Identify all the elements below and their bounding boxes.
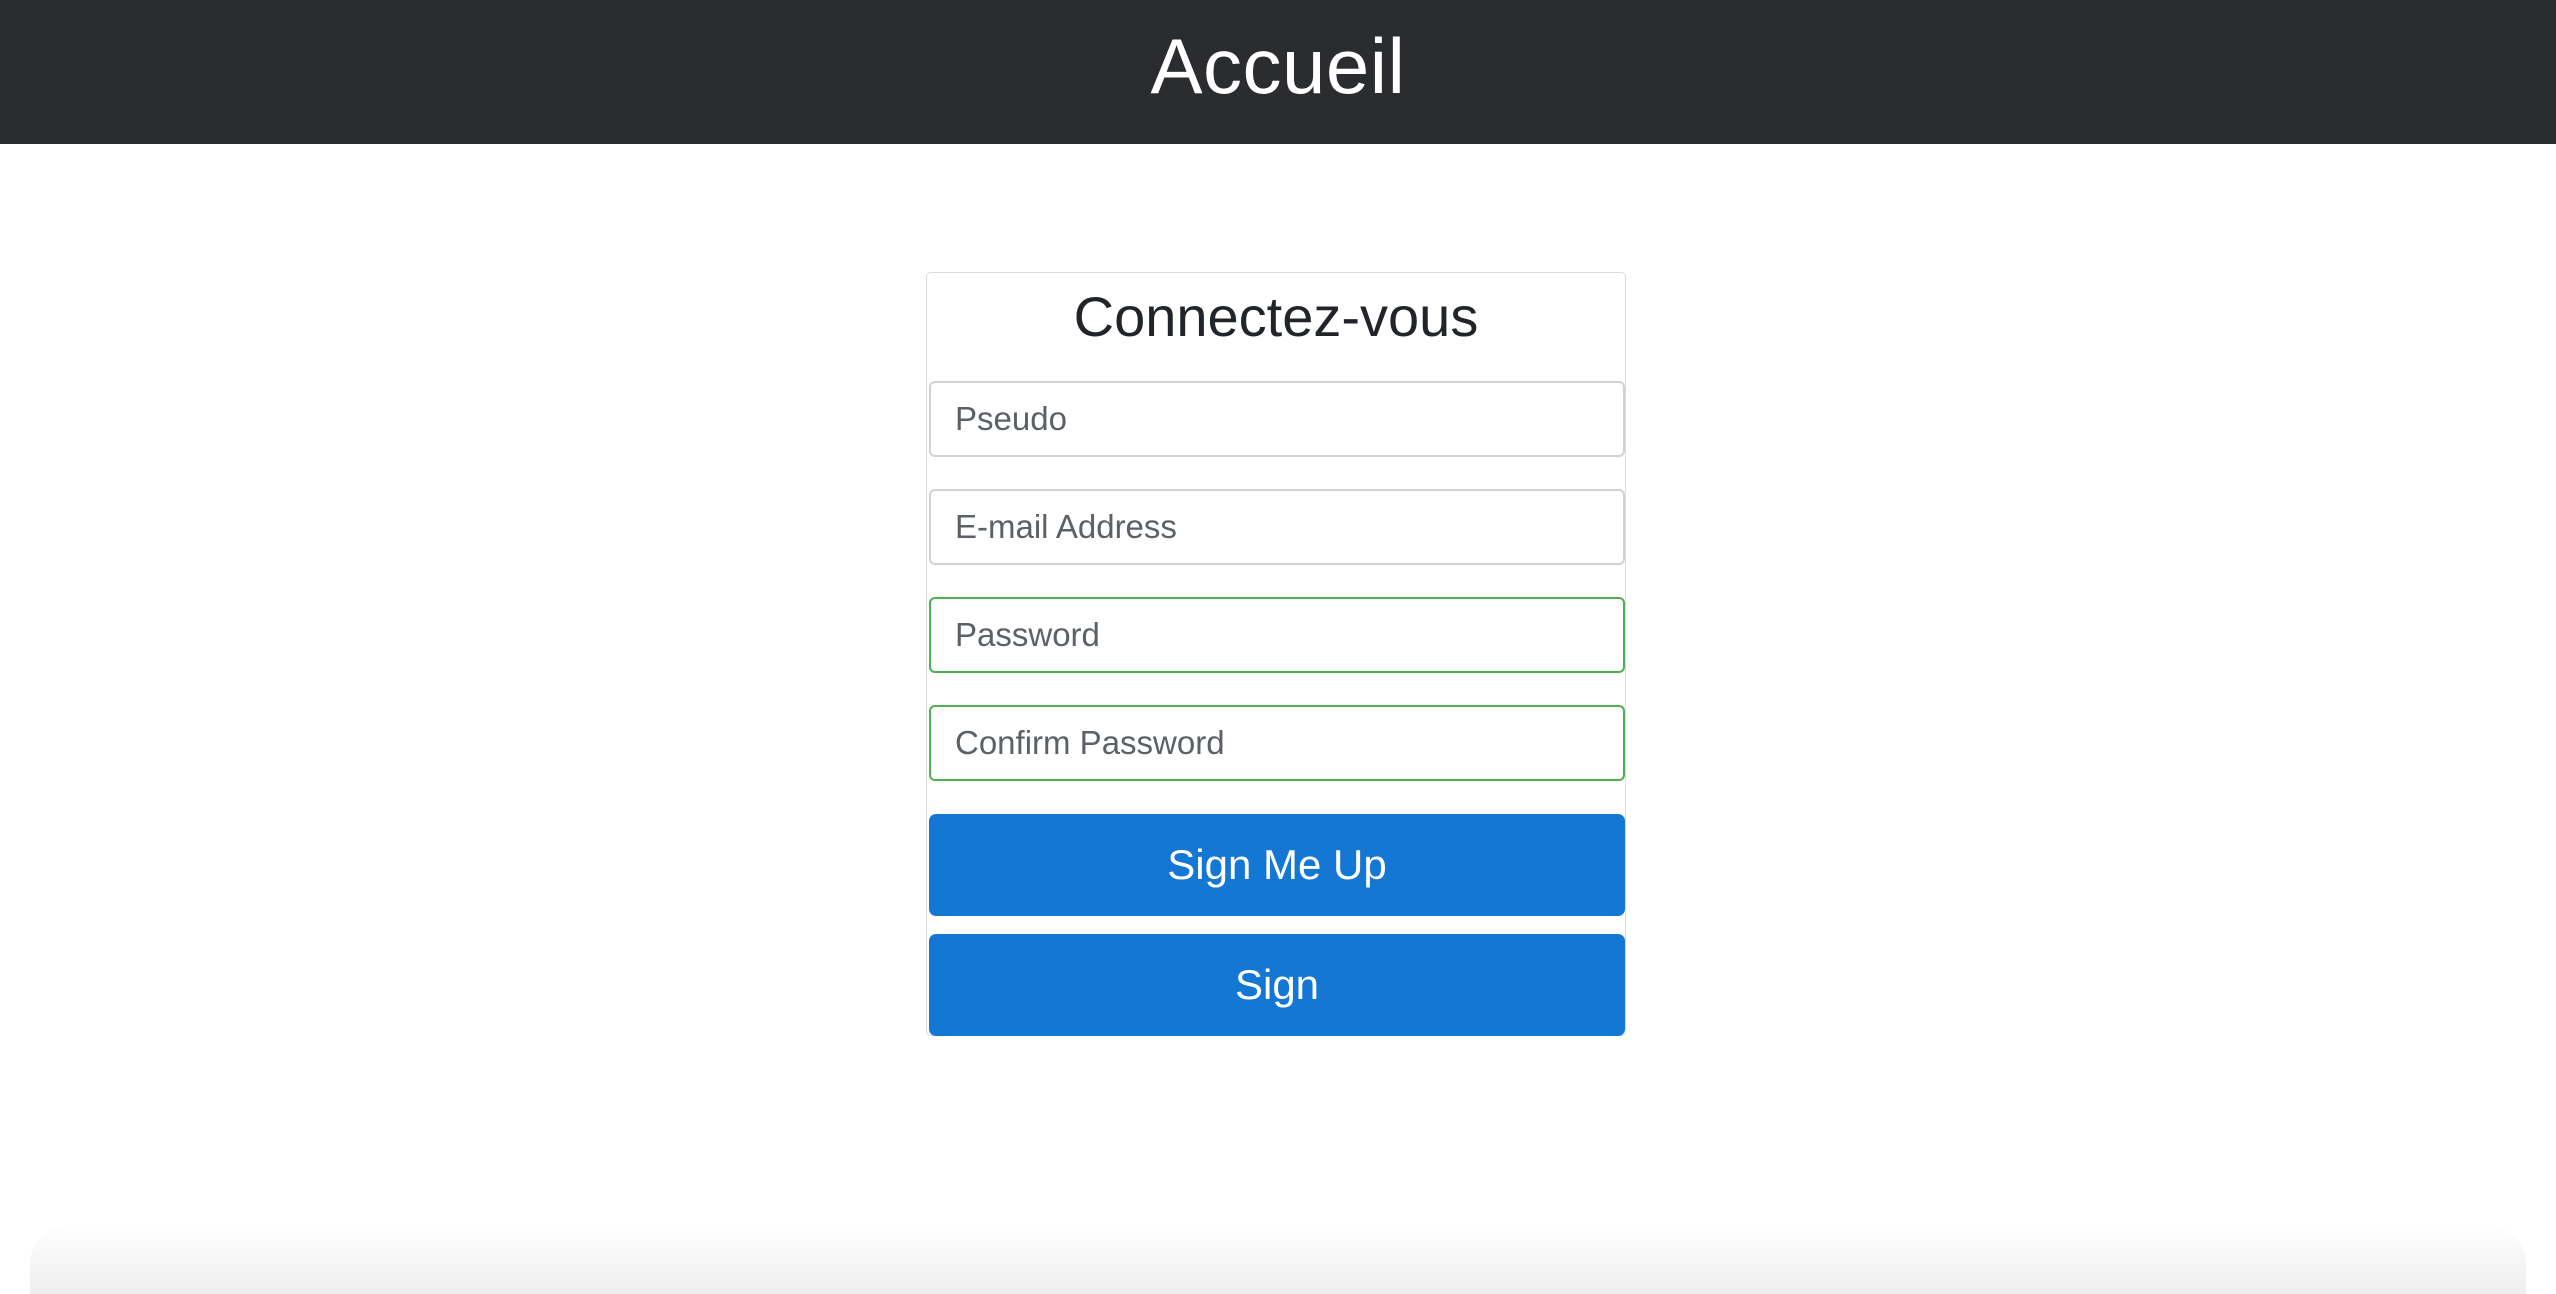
password-input[interactable]: [929, 597, 1625, 673]
page-title: Accueil: [1150, 21, 1406, 110]
sign-button[interactable]: Sign: [929, 934, 1625, 1036]
signup-card: Connectez-vous Sign Me Up Sign: [926, 272, 1626, 1036]
confirm-password-input[interactable]: [929, 705, 1625, 781]
top-navbar: Accueil: [0, 0, 2556, 144]
pseudo-input[interactable]: [929, 381, 1625, 457]
email-input[interactable]: [929, 489, 1625, 565]
sign-me-up-button[interactable]: Sign Me Up: [929, 814, 1625, 916]
bottom-shadow: [30, 1224, 2526, 1294]
form-title: Connectez-vous: [1073, 285, 1479, 348]
